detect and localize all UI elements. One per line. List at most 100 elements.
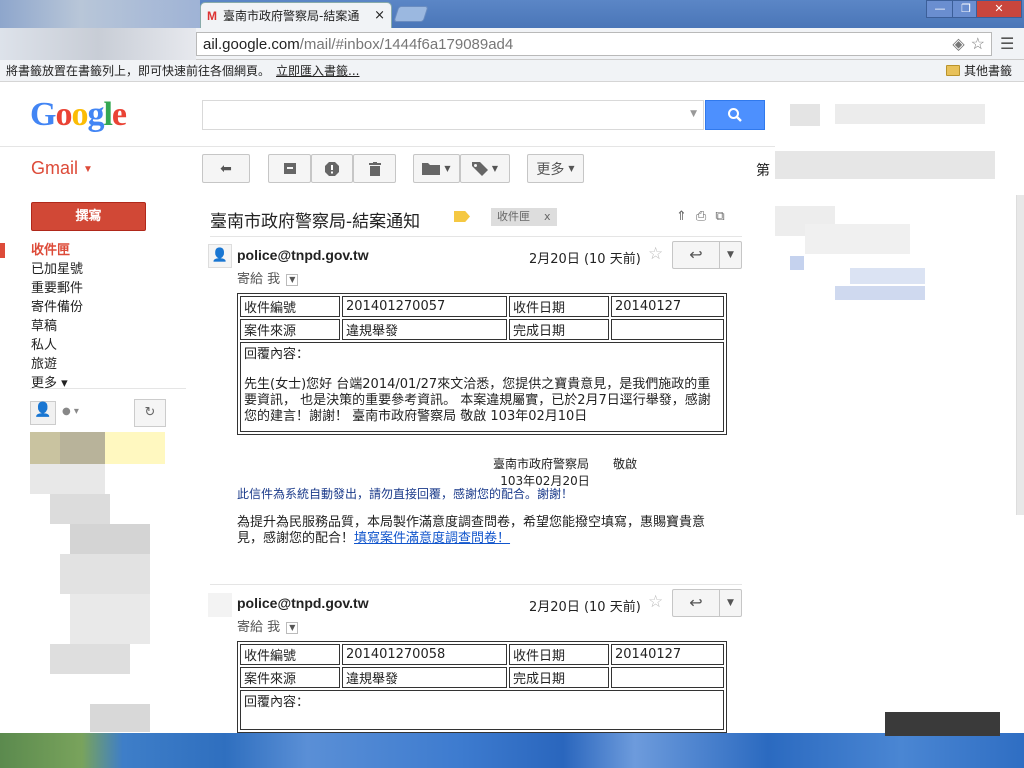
blurred-right-panel bbox=[775, 96, 1024, 716]
sidebar-item-personal[interactable]: 私人 bbox=[0, 336, 186, 355]
reply-icon: ↩ bbox=[689, 593, 703, 612]
source-label: 案件來源 bbox=[240, 667, 340, 688]
message-sender[interactable]: police@tnpd.gov.tw bbox=[237, 595, 369, 611]
chevron-down-icon: ▼ bbox=[83, 163, 93, 175]
source: 違規舉發 bbox=[342, 667, 507, 688]
reply-cell: 回覆內容： 先生(女士)您好 台端2014/01/27來文洽悉，您提供之寶貴意見… bbox=[240, 342, 724, 432]
expand-all-icon[interactable]: ⇑ bbox=[676, 209, 687, 224]
sidebar-item-sent[interactable]: 寄件備份 bbox=[0, 298, 186, 317]
reply-cell: 回覆內容： bbox=[240, 690, 724, 730]
move-to-button[interactable]: ▼ bbox=[413, 154, 460, 183]
case-no-label: 收件編號 bbox=[240, 296, 340, 317]
search-button[interactable] bbox=[705, 100, 765, 130]
star-icon[interactable]: ☆ bbox=[648, 592, 663, 612]
chat-status-icon[interactable]: ● ▾ bbox=[62, 406, 79, 417]
other-bookmarks[interactable]: 其他書籤 bbox=[946, 62, 1012, 79]
source-label: 案件來源 bbox=[240, 319, 340, 340]
label-remove-icon[interactable]: x bbox=[544, 208, 551, 226]
reply-label: 回覆內容： bbox=[244, 347, 310, 362]
recipients-text: 寄給 我 bbox=[237, 272, 281, 287]
reply-body: 先生(女士)您好 台端2014/01/27來文洽悉，您提供之寶貴意見，是我們施政… bbox=[244, 377, 711, 424]
sidebar-item-inbox[interactable]: 收件匣 bbox=[0, 241, 186, 260]
scrollbar[interactable] bbox=[1016, 195, 1024, 515]
browser-tab[interactable]: M 臺南市政府警察局-結案通 × bbox=[200, 2, 392, 28]
archive-icon bbox=[283, 163, 296, 174]
done-date bbox=[611, 319, 724, 340]
sidebar-nav: 收件匣 已加星號 重要郵件 寄件備份 草稿 私人 旅遊 更多 ▾ bbox=[0, 241, 186, 393]
chrome-menu-icon[interactable]: ☰ bbox=[1000, 34, 1014, 53]
folder-icon bbox=[946, 65, 960, 76]
import-bookmarks-link[interactable]: 立即匯入書籤... bbox=[276, 62, 359, 79]
label-chip-text: 收件匣 bbox=[497, 210, 530, 223]
search-input[interactable]: ▼ bbox=[202, 100, 704, 130]
delete-button[interactable] bbox=[353, 154, 396, 183]
done-date-label: 完成日期 bbox=[509, 667, 609, 688]
recv-date-label: 收件日期 bbox=[509, 644, 609, 665]
case-no: 201401270058 bbox=[342, 644, 507, 665]
print-icon[interactable]: ⎙ bbox=[696, 209, 706, 224]
sender-avatar-icon bbox=[208, 593, 232, 617]
label-chip[interactable]: 收件匣 x bbox=[491, 208, 557, 226]
done-date bbox=[611, 667, 724, 688]
reply-label: 回覆內容： bbox=[244, 695, 310, 710]
other-bookmarks-label: 其他書籤 bbox=[964, 64, 1013, 78]
folder-icon bbox=[422, 163, 441, 175]
chevron-down-icon: ▼ bbox=[444, 164, 451, 173]
details-dropdown-icon[interactable]: ▼ bbox=[286, 273, 299, 286]
recv-date: 20140127 bbox=[611, 296, 724, 317]
chevron-down-icon: ▼ bbox=[491, 164, 499, 173]
bookmark-star-icon[interactable]: ☆ bbox=[971, 34, 985, 54]
survey-link[interactable]: 填寫案件滿意度調查問卷！ bbox=[354, 531, 510, 546]
chevron-down-icon: ▼ bbox=[727, 250, 734, 260]
recipients-text: 寄給 我 bbox=[237, 620, 281, 635]
back-to-inbox-button[interactable]: ⬅ bbox=[202, 154, 250, 183]
blurred-tooltip bbox=[885, 712, 1000, 736]
sidebar-item-drafts[interactable]: 草稿 bbox=[0, 317, 186, 336]
new-tab-button[interactable] bbox=[393, 6, 429, 22]
url-input[interactable]: ail.google.com/mail/#inbox/1444f6a179089… bbox=[196, 32, 992, 56]
window-close-button[interactable]: ✕ bbox=[976, 0, 1022, 18]
message-sender[interactable]: police@tnpd.gov.tw bbox=[237, 247, 369, 263]
refresh-icon[interactable]: ↻ bbox=[134, 399, 166, 427]
labels-button[interactable]: ▼ bbox=[460, 154, 510, 183]
case-table: 收件編號 201401270057 收件日期 20140127 案件來源 違規舉… bbox=[237, 293, 727, 435]
header-divider bbox=[0, 146, 775, 147]
important-marker-icon[interactable] bbox=[454, 211, 470, 222]
chevron-down-icon: ▼ bbox=[568, 164, 575, 173]
minimize-button[interactable]: — bbox=[926, 0, 954, 18]
report-spam-button[interactable] bbox=[311, 154, 353, 183]
more-actions-button[interactable]: 更多 ▼ bbox=[527, 154, 584, 183]
star-icon[interactable]: ☆ bbox=[648, 244, 663, 264]
reply-button[interactable]: ↩ bbox=[672, 589, 720, 617]
bookmark-bar: 將書籤放置在書籤列上，即可快速前往各個網頁。 立即匯入書籤... bbox=[0, 60, 1024, 82]
chat-divider bbox=[30, 388, 186, 389]
gmail-menu[interactable]: Gmail ▼ bbox=[31, 158, 93, 179]
search-icon bbox=[728, 108, 742, 122]
archive-button[interactable] bbox=[268, 154, 311, 183]
search-options-icon[interactable]: ▼ bbox=[690, 109, 697, 119]
page-info: 第 bbox=[756, 163, 770, 179]
chat-avatar-icon[interactable]: 👤 bbox=[30, 401, 56, 425]
details-dropdown-icon[interactable]: ▼ bbox=[286, 621, 299, 634]
sidebar-item-more[interactable]: 更多 ▾ bbox=[0, 374, 186, 393]
sidebar-item-travel[interactable]: 旅遊 bbox=[0, 355, 186, 374]
tab-title: 臺南市政府警察局-結案通 bbox=[223, 9, 360, 23]
sender-avatar-icon: 👤 bbox=[208, 244, 232, 268]
google-logo[interactable]: Google bbox=[30, 96, 127, 134]
sidebar-item-starred[interactable]: 已加星號 bbox=[0, 260, 186, 279]
message-more-dropdown[interactable]: ▼ bbox=[720, 241, 742, 269]
sidebar-item-important[interactable]: 重要郵件 bbox=[0, 279, 186, 298]
message-more-dropdown[interactable]: ▼ bbox=[720, 589, 742, 617]
reply-button[interactable]: ↩ bbox=[672, 241, 720, 269]
case-no: 201401270057 bbox=[342, 296, 507, 317]
tab-close-icon[interactable]: × bbox=[374, 8, 385, 23]
blurred-window-area bbox=[0, 0, 200, 28]
extension-icon[interactable]: ◈ bbox=[952, 34, 964, 54]
message-date: 2月20日 (10 天前) bbox=[529, 600, 641, 615]
back-arrow-icon: ⬅ bbox=[220, 160, 232, 177]
gmail-favicon-icon: M bbox=[207, 8, 217, 23]
message-date: 2月20日 (10 天前) bbox=[529, 252, 641, 267]
compose-button[interactable]: 撰寫 bbox=[31, 202, 146, 231]
new-window-icon[interactable]: ⧉ bbox=[715, 209, 724, 224]
gmail-label: Gmail bbox=[31, 158, 79, 178]
